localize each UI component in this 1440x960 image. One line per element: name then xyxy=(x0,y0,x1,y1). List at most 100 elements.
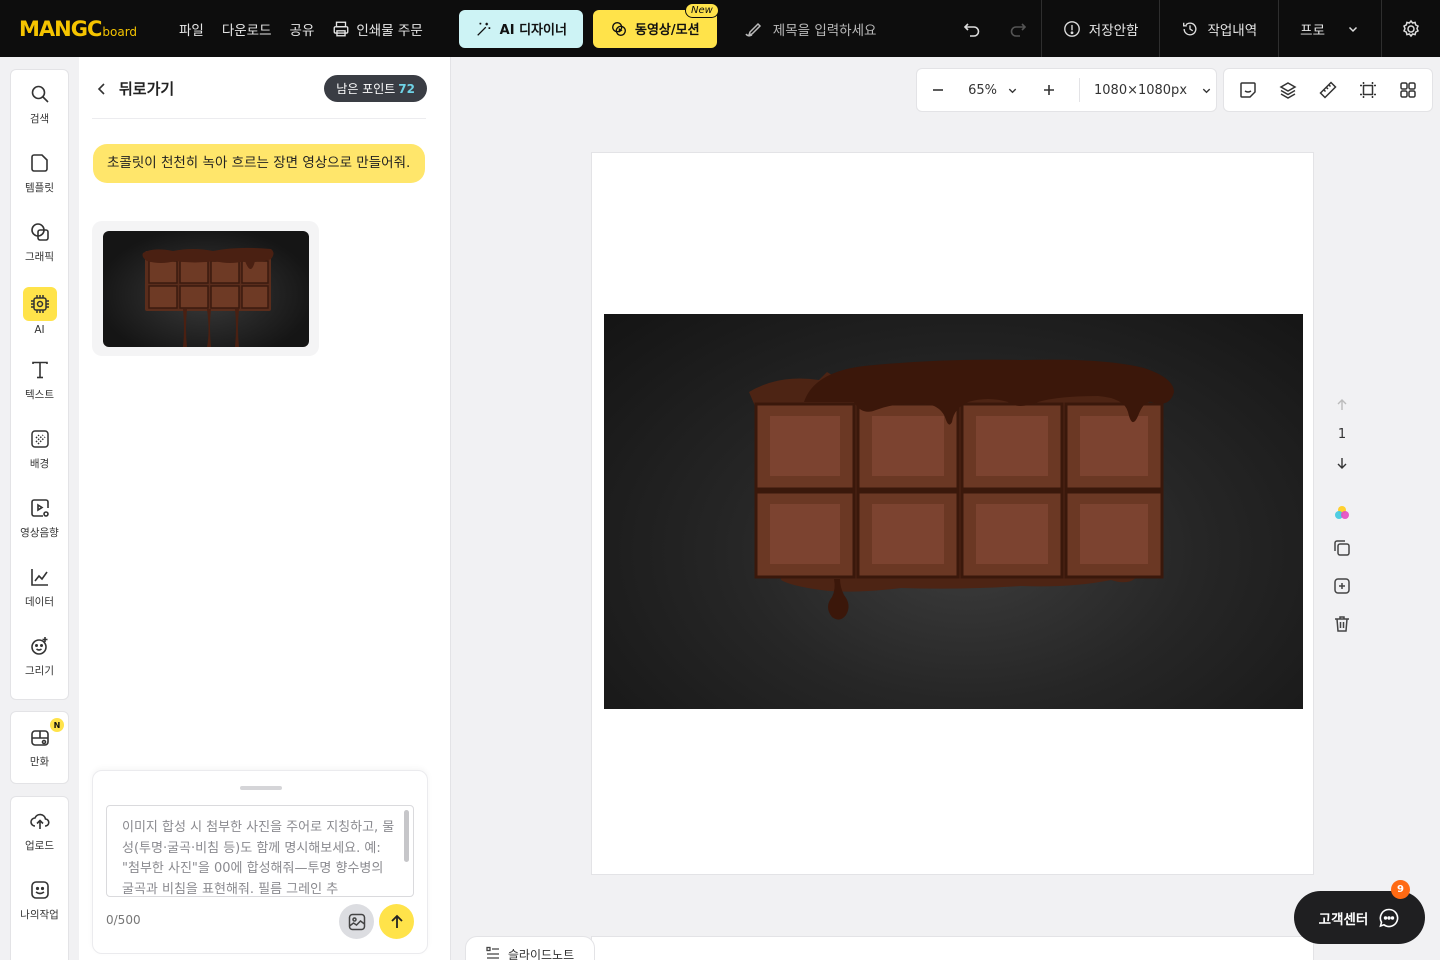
rail-item-data[interactable]: 데이터 xyxy=(11,553,68,622)
slide-note-tab[interactable]: 슬라이드노트 xyxy=(465,936,595,960)
rail-label: 만화 xyxy=(29,756,50,768)
menu-file[interactable]: 파일 xyxy=(170,19,213,39)
rail-label: 그리기 xyxy=(25,665,54,677)
rail-item-template[interactable]: 템플릿 xyxy=(11,139,68,208)
add-page-icon xyxy=(1334,578,1350,594)
zoom-in-button[interactable] xyxy=(1028,68,1069,112)
new-badge: New xyxy=(684,2,719,18)
top-right-controls: 저장안함 작업내역 프로 xyxy=(949,0,1440,57)
divider xyxy=(92,118,426,119)
rail-label: 나의작업 xyxy=(20,909,59,921)
rail-item-upload[interactable]: 업로드 xyxy=(11,797,68,866)
generated-image-thumbnail[interactable] xyxy=(103,231,309,347)
rail-item-search[interactable]: 검색 xyxy=(11,70,68,139)
rail-item-ai[interactable]: AI xyxy=(11,277,68,346)
graphic-icon xyxy=(30,223,49,241)
ai-designer-label: AI 디자이너 xyxy=(499,23,567,38)
rail-item-text[interactable]: 텍스트 xyxy=(11,346,68,415)
menu-download[interactable]: 다운로드 xyxy=(213,19,281,39)
notes-list-icon xyxy=(486,946,499,959)
save-status-label: 저장안함 xyxy=(1088,22,1139,39)
comic-icon xyxy=(30,730,49,746)
grid-icon xyxy=(1400,82,1416,98)
ai-designer-button[interactable]: AI 디자이너 xyxy=(458,9,583,48)
menu-share[interactable]: 공유 xyxy=(281,19,324,39)
grid-view-button[interactable] xyxy=(1389,71,1427,109)
video-audio-icon xyxy=(30,499,49,517)
plus-icon xyxy=(1043,85,1054,95)
video-motion-button[interactable]: 동영상/모션 New xyxy=(592,2,719,48)
sticker-tool-button[interactable] xyxy=(1229,71,1267,109)
duplicate-page-button[interactable] xyxy=(1332,529,1352,567)
redo-button[interactable] xyxy=(995,0,1041,57)
cloud-upload-icon xyxy=(29,813,50,829)
panel-header: 뒤로가기 남은 포인트 72 xyxy=(95,75,427,102)
attach-image-button[interactable] xyxy=(339,904,374,939)
history-label: 작업내역 xyxy=(1207,22,1258,39)
plan-dropdown[interactable]: 프로 xyxy=(1279,0,1381,57)
video-motion-icon xyxy=(612,21,626,36)
prompt-composer: 이미지 합성 시 첨부한 사진을 주어로 지칭하고, 물성(투명·굴곡·비침 등… xyxy=(92,770,428,954)
page-down-button[interactable] xyxy=(1335,449,1349,477)
points-value: 72 xyxy=(398,82,415,96)
chocolate-bar-graphic xyxy=(749,359,1174,620)
search-icon xyxy=(31,85,49,103)
template-icon xyxy=(30,154,48,172)
history-button[interactable]: 작업내역 xyxy=(1160,0,1278,57)
rail-item-graphic[interactable]: 그래픽 xyxy=(11,208,68,277)
gear-icon xyxy=(1403,19,1419,37)
prompt-textarea[interactable]: 이미지 합성 시 첨부한 사진을 주어로 지칭하고, 물성(투명·굴곡·비침 등… xyxy=(106,805,414,897)
settings-button[interactable] xyxy=(1382,0,1440,57)
chocolate-image-element[interactable] xyxy=(604,314,1303,709)
rail-label: 검색 xyxy=(29,113,50,125)
rail-item-background[interactable]: 배경 xyxy=(11,415,68,484)
character-counter: 0/500 xyxy=(106,913,141,927)
user-prompt-bubble: 초콜릿이 천천히 녹아 흐르는 장면 영상으로 만들어줘. xyxy=(93,144,425,183)
save-status-button[interactable]: 저장안함 xyxy=(1042,0,1160,57)
color-button[interactable] xyxy=(1332,497,1352,529)
rail-label: 템플릿 xyxy=(25,182,54,194)
chevron-down-icon xyxy=(1008,88,1017,93)
chevron-left-icon xyxy=(97,82,105,95)
my-work-icon xyxy=(30,881,49,899)
redo-icon xyxy=(1010,22,1026,37)
notification-count-badge: 9 xyxy=(1391,880,1410,899)
layers-button[interactable] xyxy=(1269,71,1307,109)
sticky-note-icon xyxy=(1240,82,1256,98)
chart-icon xyxy=(30,569,48,586)
undo-button[interactable] xyxy=(949,0,995,57)
text-icon xyxy=(31,361,48,379)
canvas-tools-toolbar xyxy=(1223,68,1433,112)
send-button[interactable] xyxy=(379,904,414,939)
zoom-out-button[interactable] xyxy=(917,68,958,112)
background-icon xyxy=(30,430,49,448)
generated-result-card[interactable] xyxy=(92,221,319,356)
fit-frame-button[interactable] xyxy=(1349,71,1387,109)
page-number: 1 xyxy=(1337,426,1347,442)
rail-item-draw[interactable]: 그리기 xyxy=(11,622,68,691)
add-page-button[interactable] xyxy=(1332,567,1352,605)
rail-label: 그래픽 xyxy=(25,251,54,263)
app-logo[interactable]: MANGC board xyxy=(19,14,141,44)
back-button[interactable]: 뒤로가기 xyxy=(95,78,174,99)
image-attach-icon xyxy=(348,913,365,930)
rail-label: 텍스트 xyxy=(25,389,54,401)
zoom-dropdown[interactable]: 65% xyxy=(958,83,1028,98)
drag-handle[interactable] xyxy=(240,786,282,790)
delete-page-button[interactable] xyxy=(1332,605,1352,643)
chat-bubble-icon xyxy=(1379,908,1399,927)
customer-center-label: 고객센터 xyxy=(1318,911,1369,928)
history-icon xyxy=(1183,21,1197,35)
remaining-points-badge: 남은 포인트 72 xyxy=(324,75,427,102)
top-menu: 파일 다운로드 공유 인쇄물 주문 xyxy=(170,19,432,39)
menu-print-order[interactable]: 인쇄물 주문 xyxy=(323,19,431,39)
page-up-button[interactable] xyxy=(1335,391,1349,419)
rail-item-my-work[interactable]: 나의작업 xyxy=(11,866,68,935)
canvas-size-dropdown[interactable]: 1080×1080px xyxy=(1090,83,1216,98)
rail-item-video-audio[interactable]: 영상음향 xyxy=(11,484,68,553)
textarea-scrollbar[interactable] xyxy=(404,810,409,862)
ruler-button[interactable] xyxy=(1309,71,1347,109)
tool-rail-bottom: 업로드 나의작업 xyxy=(10,796,69,960)
document-title-input[interactable]: 제목을 입력하세요 xyxy=(743,19,963,39)
customer-center-button[interactable]: 고객센터 xyxy=(1294,891,1425,944)
